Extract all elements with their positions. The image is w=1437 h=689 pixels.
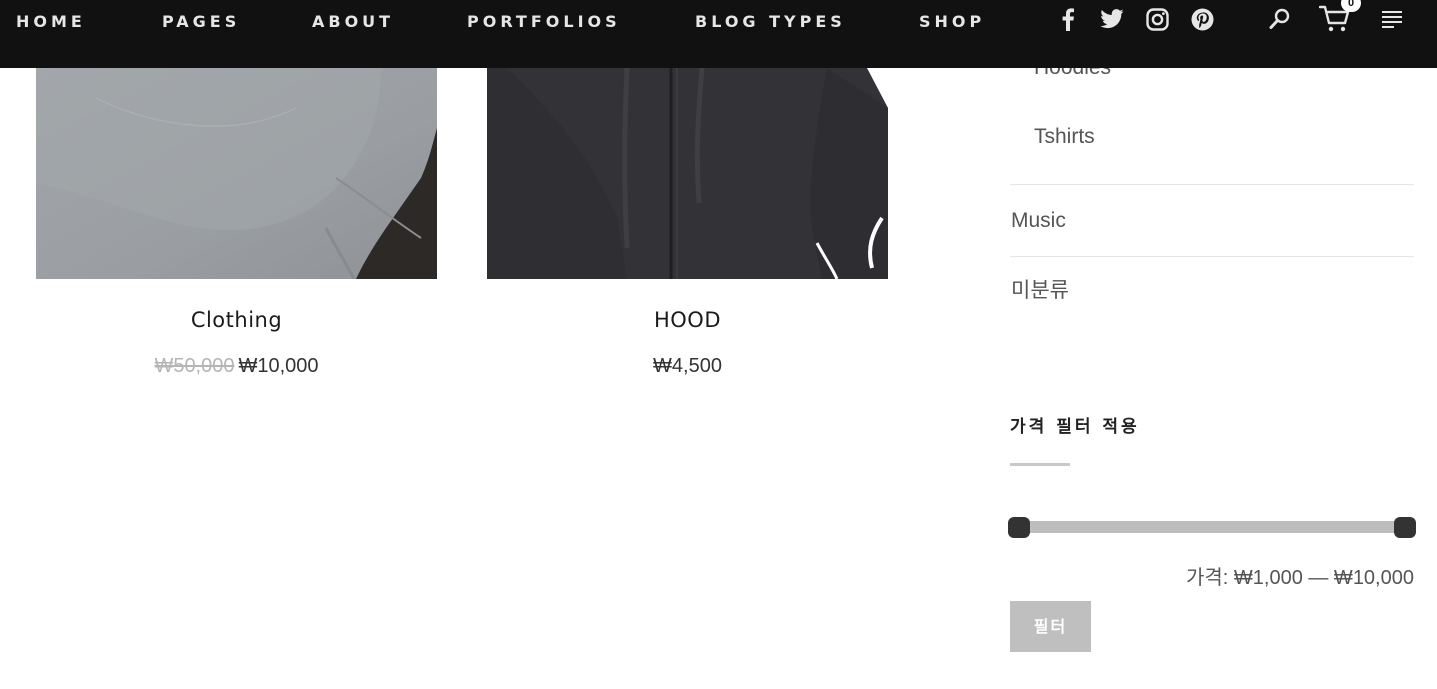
nav-blog-types[interactable]: BLOG TYPES	[695, 12, 846, 32]
gray-tshirt-image	[36, 68, 437, 279]
product-title-hood[interactable]: HOOD	[487, 306, 888, 334]
product-title-clothing[interactable]: Clothing	[36, 306, 437, 334]
nav-pages[interactable]: PAGES	[162, 12, 240, 32]
menu-icon[interactable]	[1382, 10, 1402, 28]
black-hoodie-image	[487, 68, 888, 279]
product-price-hood: ₩4,500	[487, 354, 888, 378]
facebook-icon[interactable]	[1060, 7, 1076, 31]
product-price-clothing: ₩50,000 ₩10,000	[36, 354, 437, 378]
category-uncategorized[interactable]: 미분류	[1011, 278, 1069, 304]
price-range-label: 가격: ₩1,000 — ₩10,000	[1185, 567, 1414, 589]
instagram-icon[interactable]	[1146, 8, 1169, 31]
nav-home[interactable]: HOME	[16, 12, 86, 32]
price-slider-max-handle[interactable]	[1394, 517, 1416, 538]
category-tshirts[interactable]: Tshirts	[1034, 124, 1095, 150]
category-divider	[1010, 256, 1414, 257]
top-navigation-bar: HOME PAGES ABOUT PORTFOLIOS BLOG TYPES S…	[0, 0, 1437, 68]
product-image-hood[interactable]	[487, 68, 888, 279]
nav-about[interactable]: ABOUT	[312, 12, 394, 32]
sale-price: ₩10,000	[238, 355, 319, 377]
nav-portfolios[interactable]: PORTFOLIOS	[467, 12, 621, 32]
price-filter-title: 가격 필터 적용	[1010, 417, 1140, 437]
twitter-icon[interactable]	[1100, 9, 1124, 29]
old-price: ₩50,000	[154, 355, 235, 377]
sale-price: ₩4,500	[653, 355, 722, 377]
title-underline	[1010, 463, 1070, 466]
cart-count-badge: 0	[1341, 0, 1361, 12]
nav-shop[interactable]: SHOP	[919, 12, 985, 32]
price-slider-min-handle[interactable]	[1008, 517, 1030, 538]
pinterest-icon[interactable]	[1191, 8, 1214, 31]
product-image-clothing[interactable]	[36, 68, 437, 279]
search-icon[interactable]	[1269, 8, 1291, 30]
category-divider	[1010, 184, 1414, 185]
price-range-slider-track[interactable]	[1014, 521, 1410, 533]
category-music[interactable]: Music	[1011, 208, 1066, 234]
filter-button[interactable]: 필터	[1010, 601, 1091, 652]
